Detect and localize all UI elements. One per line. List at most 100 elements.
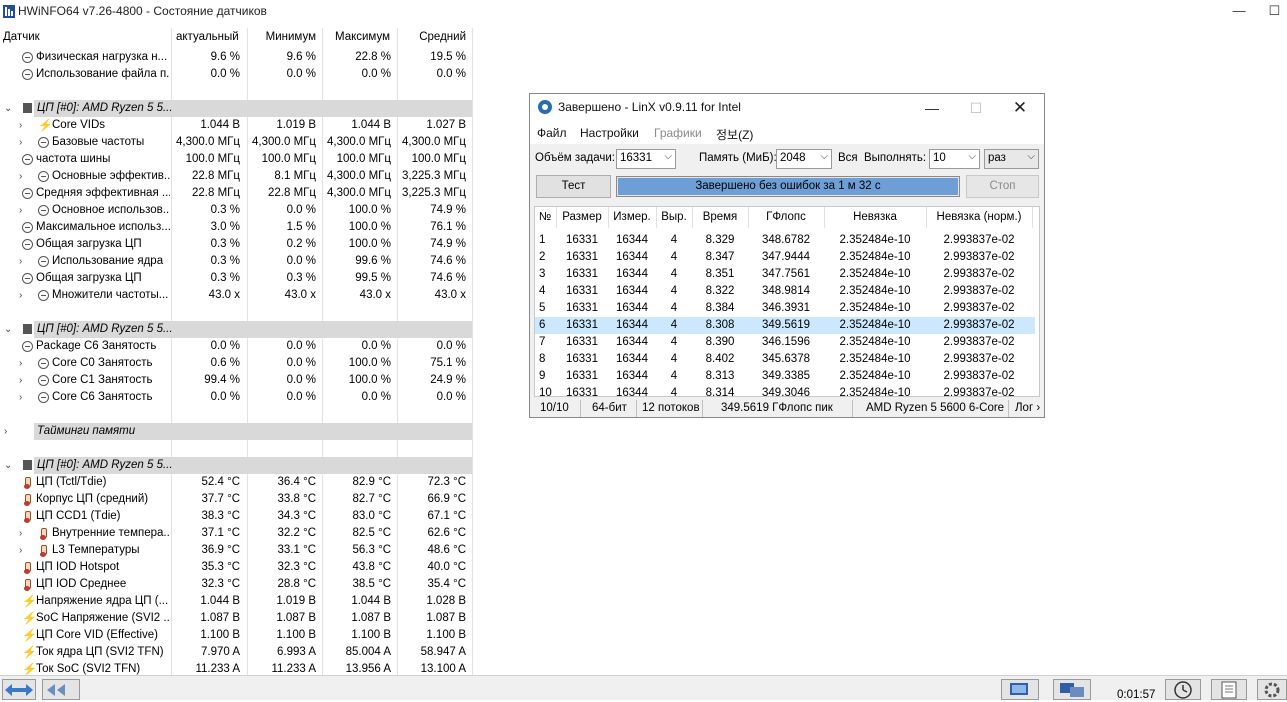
sensor-row[interactable]: ЦП IOD Среднее 32.3 °C 28.8 °C 38.5 °C 35.4 … [0, 576, 472, 593]
sensor-row[interactable]: › Core C1 Занятость 99.4 % 0.0 % 100.0 % 24.9… [0, 372, 472, 389]
chevron-right-icon[interactable]: › [19, 525, 27, 542]
column-header-avg[interactable]: Средний [398, 28, 466, 47]
linx-app-icon [538, 100, 552, 114]
sensor-group-row[interactable]: › Тайминги памяти [0, 423, 472, 440]
linx-maximize-button[interactable]: ☐ [954, 94, 998, 122]
sensor-row[interactable]: ⚡ ЦП Core VID (Effective) 1.100 В 1.100 В 1.… [0, 627, 472, 644]
sensor-row[interactable]: ЦП (Tctl/Tdie) 52.4 °C 36.4 °C 82.9 °C 72.3 … [0, 474, 472, 491]
chevron-right-icon[interactable]: › [19, 355, 27, 372]
sensor-row[interactable]: ЦП CCD1 (Tdie) 38.3 °C 34.3 °C 83.0 °C 67.1 … [0, 508, 472, 525]
clock-icon[interactable] [1165, 679, 1201, 700]
results-col-time[interactable]: Время [693, 211, 747, 223]
sensor-row[interactable]: › Внутренние темпера... 37.1 °C 32.2 °C 82.5… [0, 525, 472, 542]
sensor-row[interactable]: Физическая нагрузка н... 9.6 % 9.6 % 22.8 %… [0, 49, 472, 66]
chevron-right-icon[interactable]: › [19, 389, 27, 406]
chevron-right-icon[interactable]: › [19, 168, 27, 185]
settings-icon[interactable] [1257, 679, 1287, 700]
chevron-down-icon: ⌵ [664, 151, 672, 162]
memory-combo[interactable]: 2048 ⌵ [776, 149, 832, 169]
cell-lda: 16344 [616, 251, 648, 263]
results-col-size[interactable]: Размер [557, 211, 607, 223]
column-header-min[interactable]: Минимум [250, 28, 316, 47]
sensor-group-row[interactable]: ⌄ ЦП [#0]: AMD Ryzen 5 5... [0, 321, 472, 338]
chevron-right-icon[interactable]: › [19, 287, 27, 304]
menu-graphs[interactable]: Графики [654, 126, 702, 140]
chevron-right-icon[interactable]: › [19, 117, 27, 134]
sensor-row[interactable]: Package C6 Занятость 0.0 % 0.0 % 0.0 % 0.0 % [0, 338, 472, 355]
results-col-lda[interactable]: Измер. [609, 211, 655, 223]
results-row[interactable]: 7 16331 16344 4 8.390 346.1596 2.352484e-10 2.9… [535, 334, 1035, 351]
results-col-number[interactable]: № [535, 211, 555, 223]
sensor-row[interactable]: Средняя эффективная ... 22.8 МГц 22.8 МГц 4… [0, 185, 472, 202]
network-icon[interactable] [1001, 679, 1039, 700]
computer-icon[interactable] [1053, 679, 1091, 700]
sensor-row[interactable]: › ⚡ Core VIDs 1.044 В 1.019 В 1.044 В 1.027 В [0, 117, 472, 134]
report-icon[interactable] [1211, 679, 1247, 700]
results-col-residual-norm[interactable]: Невязка (норм.) [927, 211, 1031, 223]
sensor-row[interactable]: ⚡ Ток ядра ЦП (SVI2 TFN) 7.970 A 6.993 A 85.… [0, 644, 472, 661]
results-col-gflops[interactable]: ГФлопс [749, 211, 823, 223]
chevron-right-icon[interactable]: › [19, 372, 27, 389]
chevron-down-icon[interactable]: ⌄ [4, 457, 12, 474]
column-header-current[interactable]: актуальный [176, 28, 242, 47]
results-row[interactable]: 8 16331 16344 4 8.402 345.6378 2.352484e-10 2.9… [535, 351, 1035, 368]
log-button[interactable]: Лог › [1015, 402, 1040, 414]
run-unit-combo[interactable]: раз ⌵ [984, 149, 1039, 169]
sensor-row[interactable]: ЦП IOD Hotspot 35.3 °C 32.3 °C 43.8 °C 40.0 … [0, 559, 472, 576]
sensor-row[interactable]: Использование файла п... 0.0 % 0.0 % 0.0 % 0… [0, 66, 472, 83]
chevron-right-icon[interactable]: › [19, 253, 27, 270]
menu-info[interactable]: 정보(Z) [716, 126, 753, 143]
sensor-row[interactable]: › Множители частоты... 43.0 x 43.0 x 43.0 x 4… [0, 287, 472, 304]
menu-settings[interactable]: Настройки [580, 126, 639, 140]
sensor-row[interactable]: › Основное использов... 0.3 % 0.0 % 100.0 % 7… [0, 202, 472, 219]
results-row[interactable]: 10 16331 16344 4 8.314 349.3046 2.352484e-10 2.… [535, 385, 1035, 396]
sensor-row[interactable]: › Основные эффектив... 22.8 МГц 8.1 МГц 4,30… [0, 168, 472, 185]
all-memory-label[interactable]: Вся [838, 152, 858, 164]
results-row[interactable]: 1 16331 16344 4 8.329 348.6782 2.352484e-10 2.9… [535, 232, 1035, 249]
results-row[interactable]: 9 16331 16344 4 8.313 349.3385 2.352484e-10 2.9… [535, 368, 1035, 385]
chevron-right-icon[interactable]: › [19, 134, 27, 151]
sensor-name: Core C6 Занятость [52, 391, 153, 403]
sensor-row[interactable]: ⚡ SoC Напряжение (SVI2 ... 1.087 В 1.087 В 1… [0, 610, 472, 627]
linx-minimize-button[interactable]: — [910, 94, 954, 122]
sensor-row[interactable]: › Core C6 Занятость 0.0 % 0.0 % 0.0 % 0.0 % [0, 389, 472, 406]
minimize-button[interactable]: — [1216, 0, 1262, 24]
results-row[interactable]: 4 16331 16344 4 8.322 348.9814 2.352484e-10 2.9… [535, 283, 1035, 300]
status-runs: 10/10 [540, 402, 569, 414]
sensor-row[interactable]: Общая загрузка ЦП 0.3 % 0.2 % 100.0 % 74.9 % [0, 236, 472, 253]
nav-arrows-icon[interactable] [2, 679, 36, 700]
problem-size-combo[interactable]: 16331 ⌵ [616, 149, 676, 169]
sensor-row[interactable]: › L3 Температуры 36.9 °C 33.1 °C 56.3 °C 48.6… [0, 542, 472, 559]
test-button[interactable]: Тест [536, 175, 611, 198]
sensor-row[interactable]: › Использование ядра 0.3 % 0.0 % 99.6 % 74.6 … [0, 253, 472, 270]
sensor-row[interactable]: Корпус ЦП (средний) 37.7 °C 33.8 °C 82.7 °C… [0, 491, 472, 508]
sensor-group-row[interactable]: ⌄ ЦП [#0]: AMD Ryzen 5 5... [0, 457, 472, 474]
maximize-button[interactable]: ☐ [1262, 0, 1287, 24]
results-col-residual[interactable]: Невязка [825, 211, 925, 223]
chevron-right-icon[interactable]: › [19, 202, 27, 219]
thermometer-icon [38, 528, 49, 540]
sensor-group-row[interactable]: ⌄ ЦП [#0]: AMD Ryzen 5 5... [0, 100, 472, 117]
sensor-row[interactable]: ⚡ Напряжение ядра ЦП (... 1.044 В 1.019 В 1.… [0, 593, 472, 610]
sensor-row[interactable]: частота шины 100.0 МГц 100.0 МГц 100.0 МГц 1… [0, 151, 472, 168]
stop-button[interactable]: Стоп [966, 175, 1039, 198]
column-header-sensor[interactable]: Датчик [3, 28, 163, 47]
results-row[interactable]: 2 16331 16344 4 8.347 347.9444 2.352484e-10 2.9… [535, 249, 1035, 266]
column-header-max[interactable]: Максимум [322, 28, 390, 47]
layout-icon[interactable] [42, 679, 80, 700]
chevron-right-icon[interactable]: › [4, 423, 12, 440]
results-row[interactable]: 3 16331 16344 4 8.351 347.7561 2.352484e-10 2.9… [535, 266, 1035, 283]
sensor-row[interactable]: Общая загрузка ЦП 0.3 % 0.3 % 99.5 % 74.6 % [0, 270, 472, 287]
run-count-combo[interactable]: 10 ⌵ [929, 149, 980, 169]
results-col-align[interactable]: Выр. [657, 211, 691, 223]
sensor-row[interactable]: › Core C0 Занятость 0.6 % 0.0 % 100.0 % 75.1 … [0, 355, 472, 372]
chevron-right-icon[interactable]: › [19, 542, 27, 559]
results-row[interactable]: 6 16331 16344 4 8.308 349.5619 2.352484e-10 2.9… [535, 317, 1035, 334]
chevron-down-icon[interactable]: ⌄ [4, 100, 12, 117]
linx-close-button[interactable]: ✕ [998, 94, 1042, 122]
sensor-row[interactable]: Максимальное использ... 3.0 % 1.5 % 100.0 %… [0, 219, 472, 236]
sensor-row[interactable]: › Базовые частоты 4,300.0 МГц 4,300.0 МГц 4,… [0, 134, 472, 151]
results-row[interactable]: 5 16331 16344 4 8.384 346.3931 2.352484e-10 2.9… [535, 300, 1035, 317]
chevron-down-icon[interactable]: ⌄ [4, 321, 12, 338]
menu-file[interactable]: Файл [537, 126, 567, 140]
